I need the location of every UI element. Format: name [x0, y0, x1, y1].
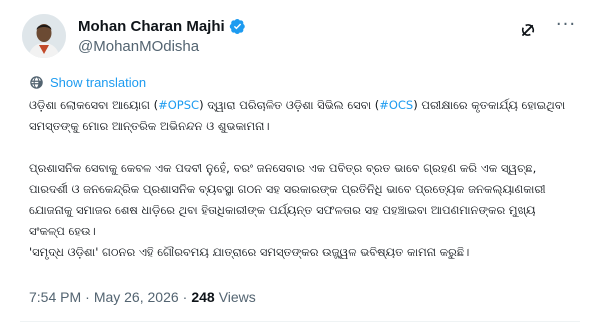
author-handle[interactable]: @MohanMOdisha	[78, 38, 246, 55]
views-count: 248	[191, 289, 215, 305]
avatar[interactable]	[22, 14, 66, 58]
tweet-paragraph: ପ୍ରଶାସନିକ ସେବାକୁ କେବଳ ଏକ ପଦବୀ ନୁହେଁ, ବରଂ…	[29, 161, 546, 238]
tweet-text: ଓଡ଼ିଶା ଲୋକସେବା ଆୟୋଗ (#OPSC) ଦ୍ୱାରା ପରିଚା…	[29, 95, 574, 263]
tweet-time[interactable]: 7:54 PM	[29, 289, 81, 305]
grok-icon[interactable]	[518, 20, 538, 40]
avatar-image	[22, 14, 66, 58]
tweet-date[interactable]: May 26, 2026	[94, 289, 179, 305]
hashtag-link[interactable]: #OPSC	[158, 98, 199, 112]
verified-badge-icon[interactable]	[229, 18, 246, 35]
divider	[20, 321, 580, 322]
tweet-paragraph: ଓଡ଼ିଶା ଲୋକସେବା ଆୟୋଗ (#OPSC) ଦ୍ୱାରା ପରିଚା…	[29, 95, 574, 137]
views-label: Views	[218, 289, 256, 305]
meta-separator: ·	[85, 289, 90, 305]
name-row: Mohan Charan Majhi	[78, 16, 246, 36]
show-translation-label[interactable]: Show translation	[50, 75, 146, 90]
meta-separator: ·	[182, 289, 188, 305]
author-name[interactable]: Mohan Charan Majhi	[78, 18, 225, 35]
show-translation-link[interactable]: Show translation	[29, 73, 146, 91]
hashtag-link[interactable]: #OCS	[379, 98, 413, 112]
tweet-header: Mohan Charan Majhi @MohanMOdisha ···	[22, 14, 580, 58]
author-names: Mohan Charan Majhi @MohanMOdisha	[78, 16, 246, 55]
tweet-paragraph: 'ସମୃଦ୍ଧ ଓଡ଼ିଶା' ଗଠନର ଏହି ଗୌରବମୟ ଯାତ୍ରାରେ…	[29, 245, 470, 259]
more-icon[interactable]: ···	[554, 16, 578, 42]
text-segment: ) ଦ୍ୱାରା ପରିଚାଳିତ ଓଡ଼ିଶା ସିଭିଲ ସେବା (	[199, 98, 380, 112]
translate-icon	[30, 75, 43, 89]
tweet-meta: 7:54 PM · May 26, 2026 · 248 Views	[29, 287, 256, 307]
text-segment: ଓଡ଼ିଶା ଲୋକସେବା ଆୟୋଗ (	[29, 98, 159, 112]
